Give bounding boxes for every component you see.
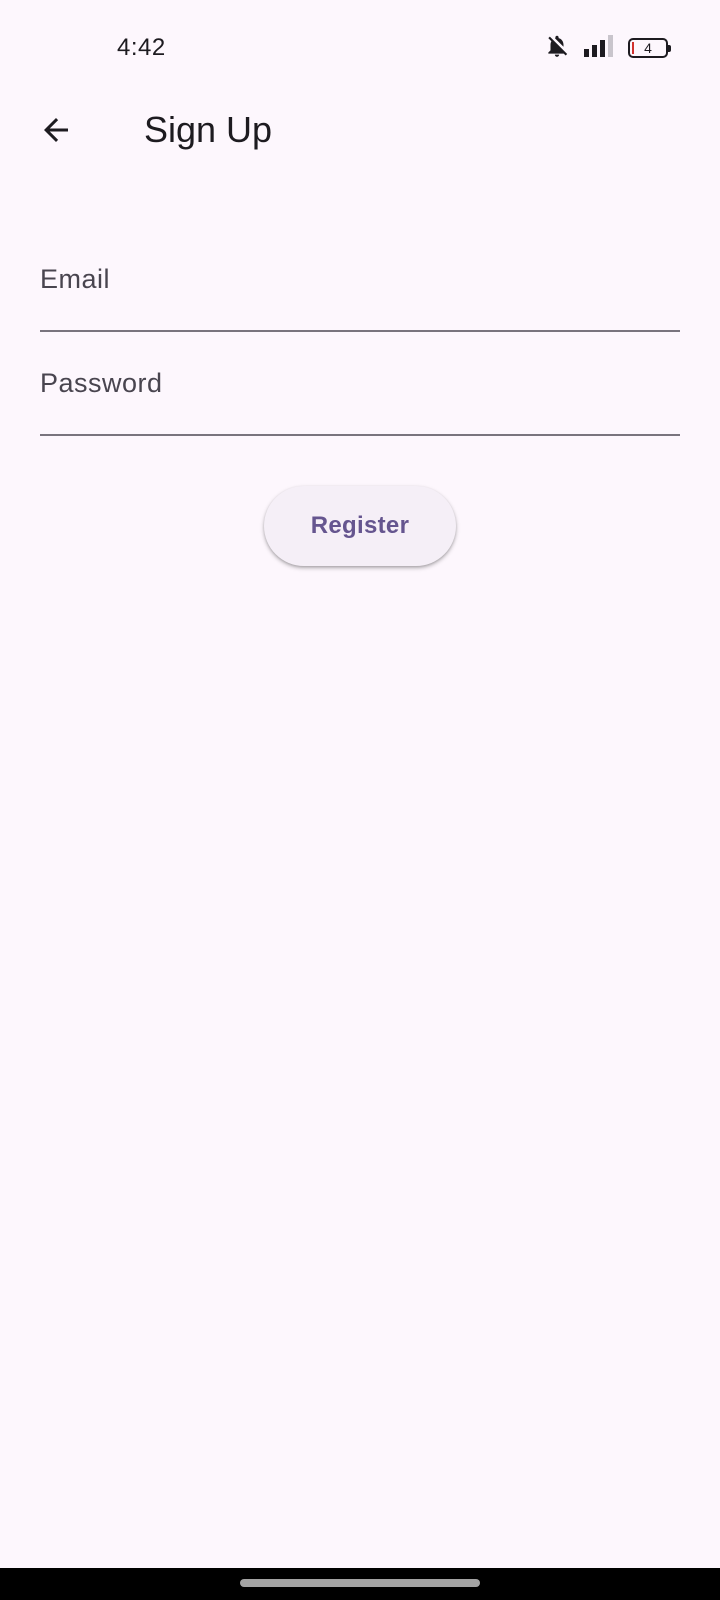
system-nav-bar — [0, 1568, 720, 1600]
arrow-back-icon — [38, 112, 74, 153]
email-input[interactable] — [40, 252, 680, 330]
battery-level: 4 — [644, 40, 652, 56]
page-title: Sign Up — [144, 109, 273, 150]
app-bar: Sign Up — [0, 96, 720, 168]
signal-icon — [584, 34, 614, 62]
status-bar: 4:42 4 — [0, 0, 720, 96]
back-button[interactable] — [28, 104, 84, 160]
password-field — [40, 356, 680, 436]
status-time: 4:42 — [117, 34, 166, 61]
status-icons: 4 — [544, 33, 671, 64]
bell-off-icon — [544, 33, 570, 64]
home-indicator[interactable] — [240, 1579, 480, 1587]
battery-low-fill — [632, 42, 634, 54]
battery-icon: 4 — [628, 38, 671, 58]
password-input[interactable] — [40, 356, 680, 434]
email-field — [40, 252, 680, 332]
register-button[interactable]: Register — [264, 486, 456, 566]
